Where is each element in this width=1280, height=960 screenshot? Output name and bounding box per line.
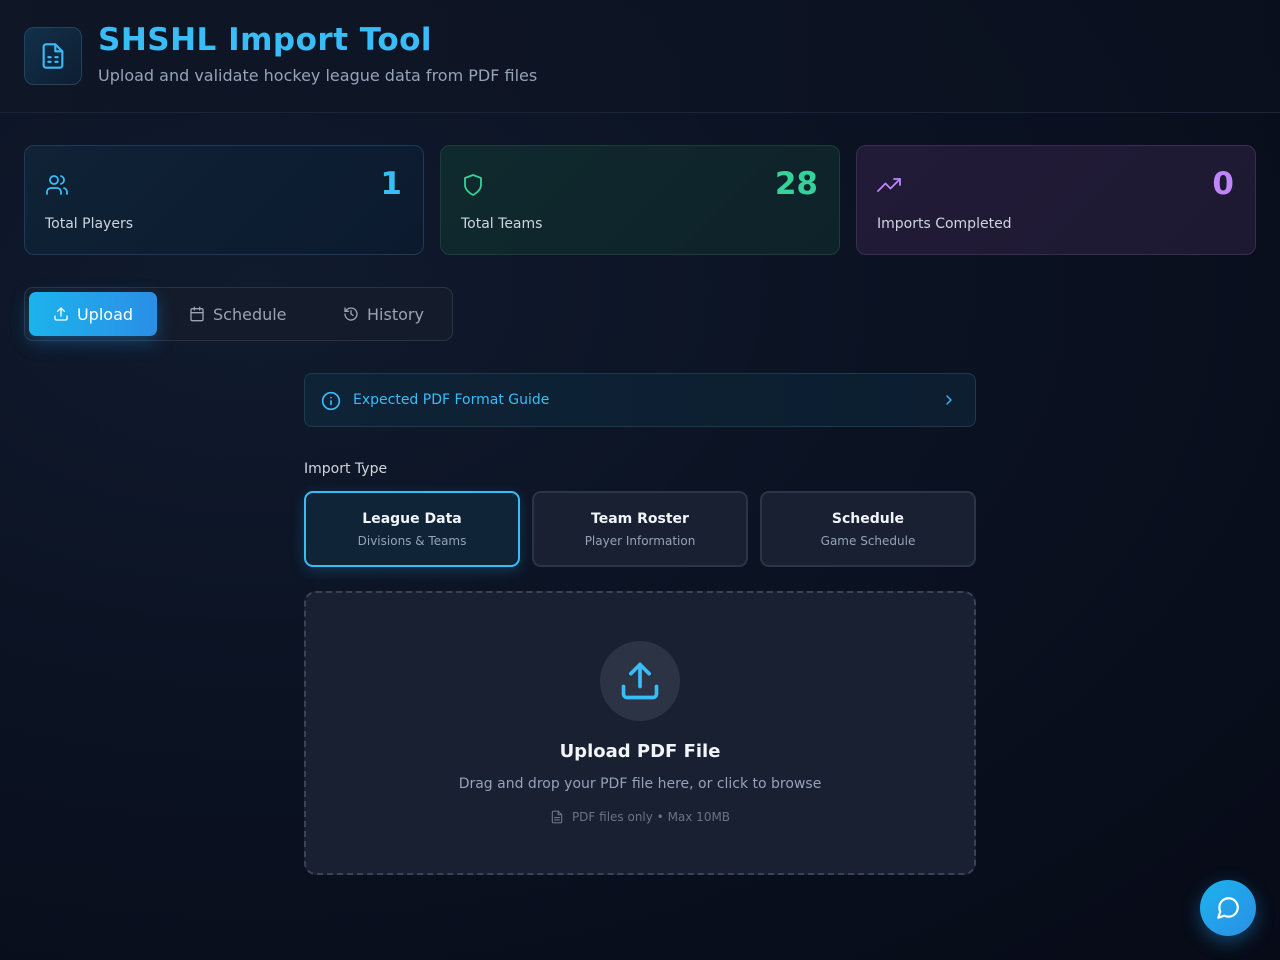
page-title: SHSHL Import Tool	[98, 22, 433, 58]
dropzone-description: Drag and drop your PDF file here, or cli…	[458, 776, 822, 792]
type-subtitle: Game Schedule	[820, 534, 916, 548]
stat-label: Imports Completed	[877, 216, 1012, 232]
trending-up-icon	[877, 178, 901, 192]
calendar-icon	[190, 306, 204, 322]
dropzone-hint: PDF files only • Max 10MB	[306, 810, 974, 824]
tab-label: Upload	[76, 304, 134, 324]
file-icon	[551, 810, 563, 824]
import-type-team-roster[interactable]: Team Roster Player Information	[532, 491, 748, 567]
import-type-schedule[interactable]: Schedule Game Schedule	[760, 491, 976, 567]
upload-icon	[621, 662, 659, 700]
pdf-dropzone[interactable]: Upload PDF File Drag and drop your PDF f…	[304, 591, 976, 875]
dropzone-title: Upload PDF File	[559, 741, 721, 762]
tab-upload[interactable]: Upload	[29, 292, 157, 336]
dropzone-hint-text: PDF files only • Max 10MB	[571, 810, 731, 824]
type-subtitle: Divisions & Teams	[357, 534, 467, 548]
stat-value: 0	[1212, 166, 1234, 202]
tab-label: History	[367, 304, 424, 324]
stat-card-players: 1 Total Players	[24, 145, 424, 255]
type-title: Schedule	[831, 511, 905, 527]
message-circle-icon	[1217, 897, 1239, 919]
tab-label: Schedule	[213, 304, 287, 324]
type-subtitle: Player Information	[584, 534, 696, 548]
upload-circle	[600, 641, 680, 721]
file-spreadsheet-icon	[42, 43, 64, 69]
stat-label: Total Teams	[461, 216, 543, 232]
upload-icon	[54, 307, 68, 321]
guide-label: Expected PDF Format Guide	[353, 392, 550, 408]
stat-card-imports: 0 Imports Completed	[856, 145, 1256, 255]
logo	[24, 27, 82, 85]
chat-button[interactable]	[1200, 880, 1256, 936]
app-header: SHSHL Import Tool Upload and validate ho…	[0, 0, 1280, 113]
info-icon	[321, 391, 341, 411]
chevron-right-icon	[946, 395, 952, 405]
stat-value: 28	[774, 166, 818, 202]
type-title: Team Roster	[591, 511, 689, 527]
tab-bar: Upload Schedule History	[24, 287, 453, 341]
stat-card-teams: 28 Total Teams	[440, 145, 840, 255]
pdf-format-guide[interactable]: Expected PDF Format Guide	[304, 373, 976, 427]
type-title: League Data	[362, 511, 462, 527]
import-type-league-data[interactable]: League Data Divisions & Teams	[304, 491, 520, 567]
users-icon	[46, 175, 68, 195]
stat-value: 1	[380, 166, 402, 202]
tab-history[interactable]: History	[343, 292, 424, 336]
stat-label: Total Players	[45, 216, 134, 232]
history-icon	[344, 307, 358, 321]
page-subtitle: Upload and validate hockey league data f…	[98, 66, 538, 85]
import-type-label: Import Type	[304, 461, 388, 477]
shield-icon	[464, 174, 482, 196]
tab-schedule[interactable]: Schedule	[189, 292, 287, 336]
